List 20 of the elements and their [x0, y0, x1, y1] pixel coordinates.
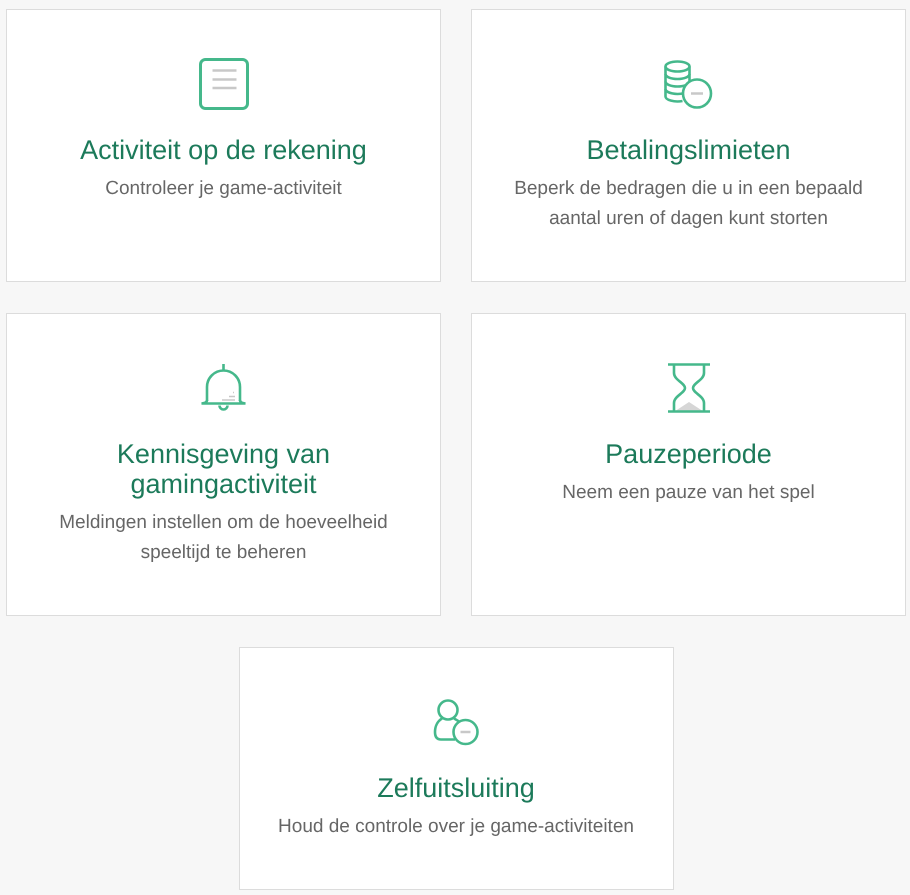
feature-card[interactable]: Pauzeperiode Neem een pauze van het spel	[471, 313, 906, 616]
card-description: Houd de controle over je game-activiteiten	[278, 815, 634, 839]
feature-card[interactable]: Kennisgeving van gamingactiviteit Meldingen instellen om de hoeveelheid speeltijd te beheren	[6, 313, 441, 616]
card-description: Neem een pauze van het spel	[562, 481, 815, 505]
user-minus-icon	[432, 698, 480, 746]
card-description: Beperk de bedragen die u in een bepaald aantal uren of dagen kunt storten	[513, 177, 864, 231]
card-title: Activiteit op de rekening	[80, 135, 367, 165]
hourglass-icon	[668, 363, 710, 413]
card-description: Meldingen instellen om de hoeveelheid speeltijd te beheren	[58, 511, 389, 565]
card-title: Betalingslimieten	[586, 135, 791, 165]
card-title: Kennisgeving van gamingactiviteit	[116, 439, 332, 499]
feature-card[interactable]: Zelfuitsluiting Houd de controle over je game-activiteiten	[238, 647, 674, 890]
feature-card[interactable]: Betalingslimieten Beperk de bedragen die u in een bepaald aantal uren of dagen kunt storten	[471, 9, 906, 282]
card-title: Pauzeperiode	[605, 439, 772, 469]
card-description: Controleer je game-activiteit	[105, 177, 342, 201]
card-title: Zelfuitsluiting	[377, 773, 535, 803]
document-icon	[198, 58, 248, 110]
bell-icon	[200, 363, 247, 413]
feature-card[interactable]: Activiteit op de rekening Controleer je game-activiteit	[6, 9, 441, 282]
coins-minus-icon	[663, 58, 714, 110]
